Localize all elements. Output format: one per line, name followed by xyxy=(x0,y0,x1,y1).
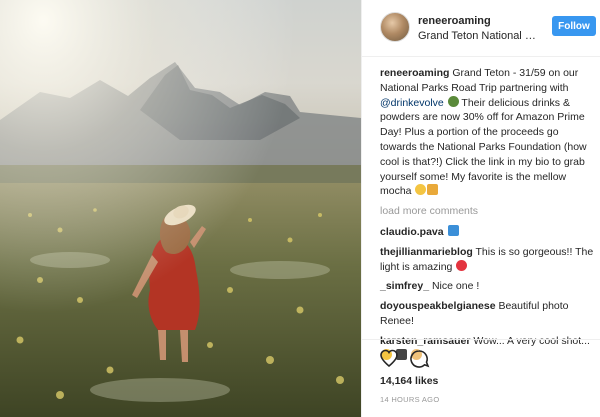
comment-username[interactable]: _simfrey_ xyxy=(380,280,429,292)
divider xyxy=(362,339,600,340)
load-more-comments-link[interactable]: load more comments xyxy=(380,204,595,219)
header-username[interactable]: reneeroaming xyxy=(418,15,491,27)
header-location[interactable]: Grand Teton National P... xyxy=(418,30,538,42)
comment-item: thejillianmarieblog This is so gorgeous!… xyxy=(380,245,595,275)
comment-username[interactable]: doyouspeakbelgianese xyxy=(380,300,496,312)
comments-section: reneeroaming Grand Teton - 31/59 on our … xyxy=(380,66,595,368)
likes-count[interactable]: 14,164 likes xyxy=(380,375,438,387)
caption: reneeroaming Grand Teton - 31/59 on our … xyxy=(380,66,595,199)
caption-mention-link[interactable]: @drinkevolve xyxy=(380,97,444,109)
frog-emoji-icon xyxy=(447,95,459,107)
heart-emoji-icon xyxy=(456,259,468,271)
comment-item: claudio.pava xyxy=(380,224,595,240)
sparkle-emoji-icon xyxy=(427,184,439,196)
comment-username[interactable]: thejillianmarieblog xyxy=(380,246,473,258)
comment-username[interactable]: claudio.pava xyxy=(380,226,444,238)
photo-illustration xyxy=(0,0,361,417)
caption-text-part2: Their delicious drinks & powders are now… xyxy=(380,96,587,198)
avatar[interactable] xyxy=(380,12,410,42)
post-photo[interactable] xyxy=(0,0,361,417)
comment-icon[interactable] xyxy=(410,350,430,368)
post-actions xyxy=(380,349,440,369)
comment-item: doyouspeakbelgianese Beautiful photo Ren… xyxy=(380,299,595,329)
comment-text: Wow... A very cool shot... xyxy=(473,334,590,347)
smile-emoji-icon xyxy=(415,184,427,196)
download-emoji-icon xyxy=(447,224,459,236)
caption-username[interactable]: reneeroaming xyxy=(380,67,449,79)
follow-button[interactable]: Follow xyxy=(552,16,596,36)
post-timestamp: 14 HOURS AGO xyxy=(380,395,440,404)
comment-text: Nice one ! xyxy=(431,280,480,293)
post-side-panel: reneeroaming Grand Teton National P... F… xyxy=(361,0,600,417)
post-header: reneeroaming Grand Teton National P... F… xyxy=(362,0,600,57)
heart-icon[interactable] xyxy=(380,349,398,368)
comment-item: _simfrey_ Nice one ! xyxy=(380,279,595,294)
comment-username[interactable]: karsten_ramsauer xyxy=(380,335,470,347)
